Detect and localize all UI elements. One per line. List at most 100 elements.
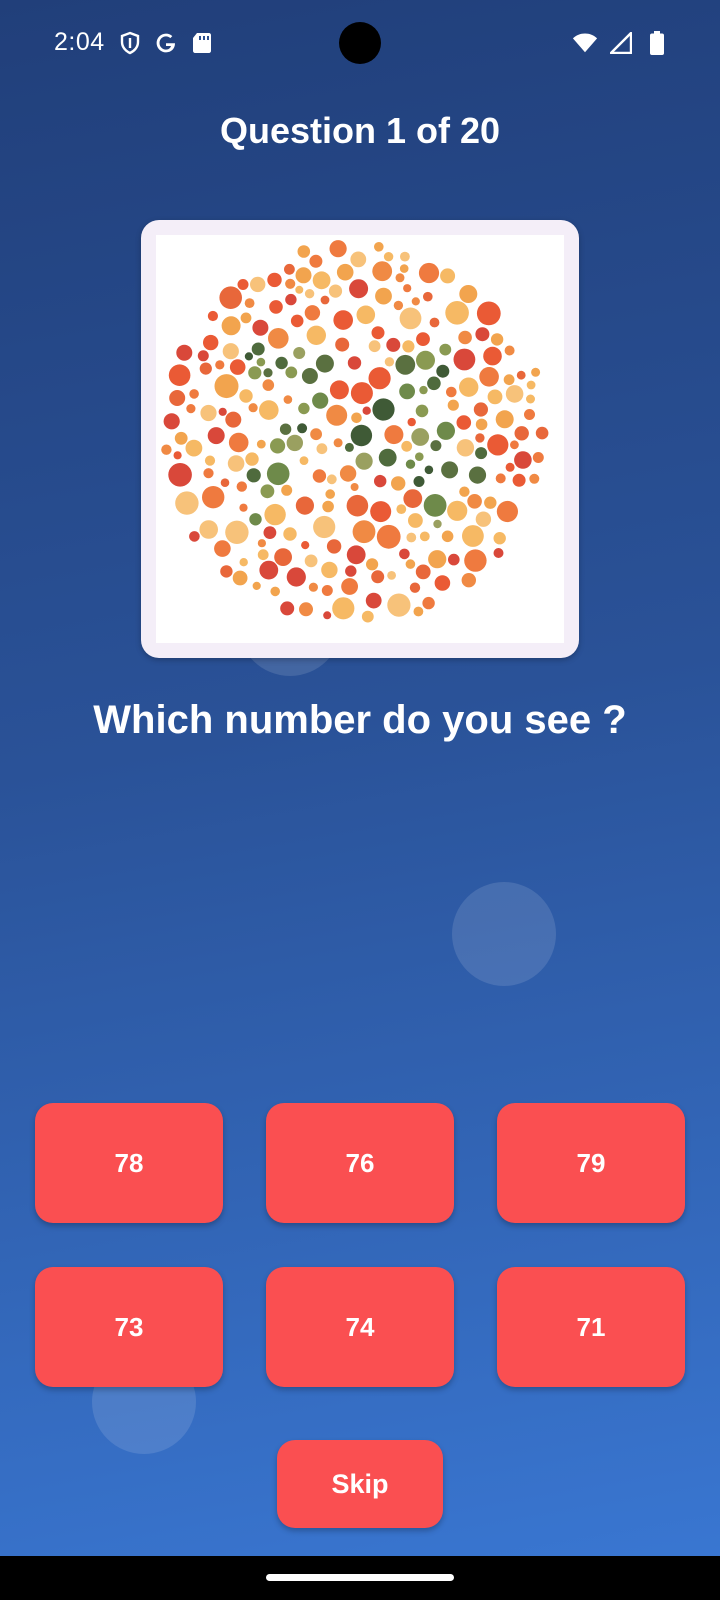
plate-dot <box>346 494 369 517</box>
plate-dot <box>326 474 337 485</box>
answer-button-79[interactable]: 79 <box>497 1103 685 1223</box>
plate-dot <box>299 602 313 617</box>
answer-button-74[interactable]: 74 <box>266 1267 454 1387</box>
plate-dot <box>419 385 428 395</box>
plate-dot <box>321 585 333 596</box>
plate-dot <box>350 483 359 491</box>
plate-dot <box>399 548 410 560</box>
plate-dot <box>456 415 472 430</box>
plate-dot <box>347 356 362 370</box>
plate-dot <box>239 389 253 403</box>
answer-button-71[interactable]: 71 <box>497 1267 685 1387</box>
navigation-bar <box>0 1556 720 1600</box>
battery-icon <box>644 30 670 56</box>
plate-dot <box>175 491 199 515</box>
plate-dot <box>168 364 191 386</box>
plate-dot <box>200 404 217 422</box>
plate-dot <box>248 403 258 413</box>
plate-dot <box>411 297 420 306</box>
plate-dot <box>214 374 239 399</box>
plate-dot <box>204 455 216 466</box>
signal-icon <box>608 30 634 56</box>
status-time: 2:04 <box>54 28 105 56</box>
plate-dot <box>308 582 318 592</box>
plate-dot <box>459 486 470 497</box>
plate-dot <box>189 389 199 399</box>
home-gesture-handle[interactable] <box>266 1574 454 1581</box>
plate-dot <box>378 448 397 467</box>
plate-dot <box>526 394 535 404</box>
answer-button-78[interactable]: 78 <box>35 1103 223 1223</box>
plate-dot <box>315 354 334 373</box>
plate-dot <box>458 330 472 345</box>
plate-dot <box>285 278 296 289</box>
plate-dot <box>297 245 311 258</box>
plate-dot <box>493 532 506 545</box>
plate-dot <box>447 500 468 521</box>
skip-button[interactable]: Skip <box>277 1440 443 1528</box>
plate-dot <box>245 452 259 466</box>
plate-dot <box>487 434 509 456</box>
plate-dot <box>279 423 292 435</box>
plate-dot <box>310 428 322 441</box>
plate-dot <box>229 359 246 375</box>
plate-dot <box>475 433 485 443</box>
plate-dot <box>239 558 248 567</box>
plate-dot <box>526 380 536 390</box>
plate-dot <box>312 271 331 290</box>
plate-dot <box>252 319 269 336</box>
plate-dot <box>246 468 261 483</box>
plate-dot <box>329 240 347 258</box>
plate-dot <box>168 463 192 487</box>
plate-dot <box>516 370 526 380</box>
plate-dot <box>301 368 318 384</box>
plate-dot <box>197 350 209 362</box>
plate-dot <box>333 438 343 448</box>
plate-dot <box>368 340 381 353</box>
plate-dot <box>456 439 475 457</box>
status-right <box>572 30 670 56</box>
plate-dot <box>275 356 288 370</box>
plate-dot <box>411 428 430 446</box>
plate-dot <box>514 426 529 441</box>
plate-dot <box>335 337 350 352</box>
plate-dot <box>366 558 379 571</box>
plate-dot <box>220 478 230 487</box>
plate-dot <box>356 305 376 325</box>
plate-dot <box>304 289 315 299</box>
plate-dot <box>252 581 261 590</box>
plate-dot <box>320 295 330 305</box>
plate-dot <box>495 473 506 484</box>
plate-dot <box>329 380 349 400</box>
plate-dot <box>375 287 392 305</box>
plate-dot <box>416 332 430 346</box>
plate-dot <box>349 279 369 299</box>
plate-dot <box>376 524 401 549</box>
plate-dot <box>323 611 332 620</box>
plate-dot <box>345 565 357 577</box>
plate-dot <box>370 501 392 523</box>
plate-dot <box>387 571 396 580</box>
plate-dot <box>285 293 297 306</box>
plate-dot <box>531 367 541 377</box>
plate-dot <box>428 550 447 569</box>
plate-dot <box>251 342 265 356</box>
plate-dot <box>399 383 415 400</box>
plate-dot <box>476 301 501 326</box>
plate-dot <box>248 366 262 380</box>
plate-dot <box>207 310 218 322</box>
plate-dot <box>232 570 248 586</box>
plate-dot <box>424 465 434 475</box>
plate-dot <box>295 267 312 284</box>
plate-dot <box>207 427 225 445</box>
answer-button-73[interactable]: 73 <box>35 1267 223 1387</box>
answer-button-76[interactable]: 76 <box>266 1103 454 1223</box>
plate-dot <box>250 276 266 293</box>
plate-dot <box>355 452 373 470</box>
plate-dot <box>244 352 253 361</box>
plate-dot <box>407 417 416 427</box>
plate-dot <box>423 291 433 302</box>
plate-dot <box>256 357 266 367</box>
plate-dot <box>293 347 306 359</box>
plate-dot <box>225 411 242 428</box>
